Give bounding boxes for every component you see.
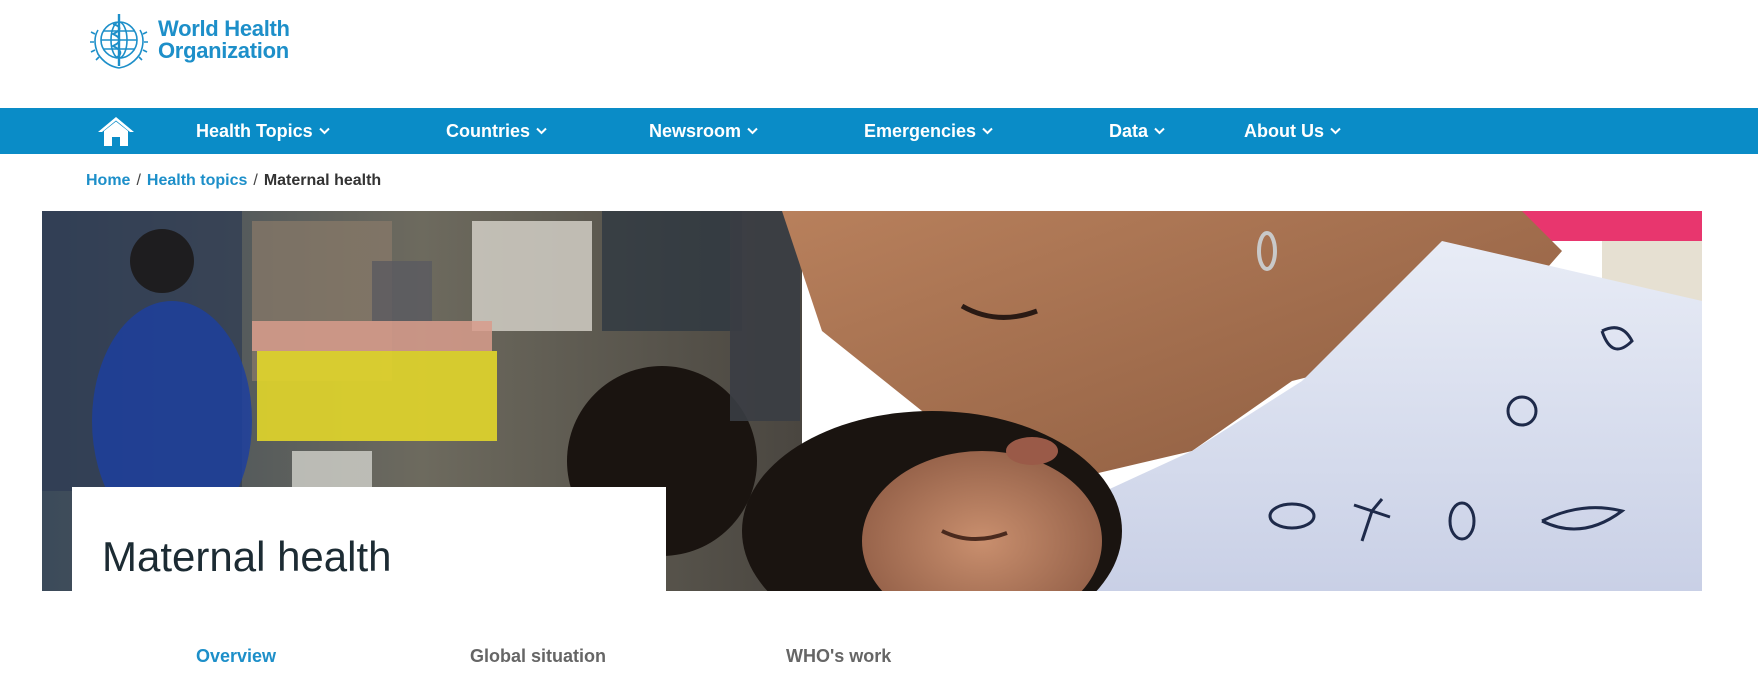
- nav-about-us[interactable]: About Us: [1244, 108, 1341, 154]
- nav-health-topics[interactable]: Health Topics: [196, 108, 330, 154]
- chevron-down-icon: [747, 127, 758, 135]
- nav-countries[interactable]: Countries: [446, 108, 547, 154]
- who-logo[interactable]: World Health Organization: [86, 10, 290, 70]
- chevron-down-icon: [318, 127, 330, 135]
- nav-emergencies-label: Emergencies: [864, 120, 977, 141]
- tab-global-situation[interactable]: Global situation: [470, 646, 606, 667]
- nav-data[interactable]: Data: [1109, 108, 1165, 154]
- chevron-down-icon: [1154, 127, 1165, 135]
- breadcrumb-health-topics-link[interactable]: Health topics: [147, 172, 247, 190]
- tab-overview[interactable]: Overview: [196, 646, 276, 667]
- nav-health-topics-label: Health Topics: [196, 120, 313, 141]
- site-header: World Health Organization: [0, 0, 1758, 108]
- nav-countries-label: Countries: [446, 120, 531, 141]
- chevron-down-icon: [536, 127, 547, 135]
- tab-whos-work[interactable]: WHO's work: [786, 646, 891, 667]
- nav-newsroom-label: Newsroom: [649, 120, 742, 141]
- breadcrumb-separator: /: [136, 172, 141, 189]
- breadcrumb: Home / Health topics / Maternal health: [86, 172, 381, 190]
- breadcrumb-separator: /: [253, 172, 258, 189]
- main-navigation: Health Topics Countries Newsroom Emergen…: [0, 108, 1758, 154]
- chevron-down-icon: [1330, 127, 1341, 135]
- home-icon: [98, 117, 134, 146]
- hero-title-card: Maternal health: [72, 487, 666, 591]
- chevron-down-icon: [982, 127, 993, 135]
- content-tabs: Overview Global situation WHO's work: [0, 646, 1758, 676]
- who-emblem-icon: [90, 14, 148, 69]
- nav-emergencies[interactable]: Emergencies: [864, 108, 993, 154]
- logo-wordmark: World Health Organization: [158, 18, 290, 62]
- breadcrumb-home-link[interactable]: Home: [86, 172, 130, 190]
- hero-banner: Maternal health: [42, 211, 1702, 591]
- logo-line-1: World Health: [158, 16, 290, 41]
- page-title: Maternal health: [102, 533, 392, 580]
- breadcrumb-current: Maternal health: [263, 172, 382, 189]
- nav-about-us-label: About Us: [1244, 120, 1324, 141]
- nav-data-label: Data: [1109, 120, 1149, 141]
- nav-newsroom[interactable]: Newsroom: [649, 108, 758, 154]
- logo-line-2: Organization: [158, 38, 289, 63]
- home-button[interactable]: [96, 114, 138, 150]
